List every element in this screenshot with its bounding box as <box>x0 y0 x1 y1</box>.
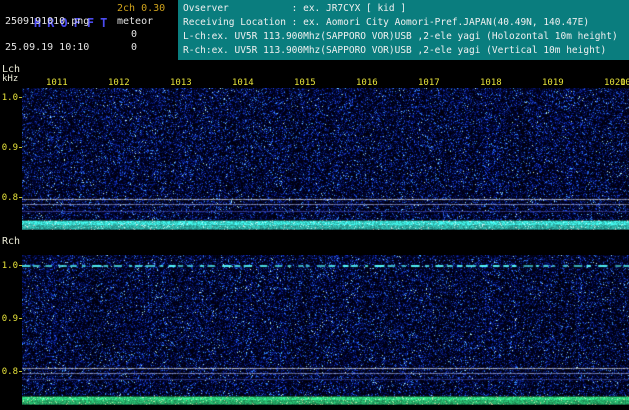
time-label: 1019 <box>542 78 564 88</box>
station-info-panel: Ovserver : ex. JR7CYX [ kid ] Receiving … <box>178 0 629 60</box>
time-label: 1016 <box>356 78 378 88</box>
freq-label: 0.8 <box>1 193 18 203</box>
time-label: 1017 <box>418 78 440 88</box>
output-filename: 2509191010.png <box>5 16 90 27</box>
lch-spectrogram <box>22 88 629 230</box>
location-line: Receiving Location : ex. Aomori City Aom… <box>183 17 590 28</box>
rch-receiver-line: R-ch:ex. UV5R 113.900Mhz(SAPPORO VOR)USB… <box>183 45 607 56</box>
freq-label: 1.0 <box>1 93 18 103</box>
time-label: 1011 <box>46 78 68 88</box>
freq-label: 0.9 <box>1 314 18 324</box>
time-label: 1015 <box>294 78 316 88</box>
freq-label: 0.9 <box>1 143 18 153</box>
time-label: 1014 <box>232 78 254 88</box>
logo-letter: T <box>100 16 108 30</box>
time-label: 1018 <box>480 78 502 88</box>
meteor-count-1: 0 <box>130 29 137 40</box>
meteor-count-2: 0 <box>130 42 137 53</box>
meteor-counter-label: meteor <box>117 16 154 27</box>
khz-unit-label: kHz <box>2 74 19 84</box>
timestamp: 25.09.19 10:10 <box>5 42 90 53</box>
time-label: 1012 <box>108 78 130 88</box>
time-label: 1013 <box>170 78 192 88</box>
time-label: 10 <box>620 78 629 88</box>
hrofft-screen: HROFFT 2ch 0.30 2509191010.png meteor 0 … <box>0 0 629 410</box>
app-version: 2ch 0.30 <box>117 3 166 14</box>
freq-label: 0.8 <box>1 367 18 377</box>
rch-spectrogram <box>22 255 629 405</box>
observer-line: Ovserver : ex. JR7CYX [ kid ] <box>183 3 407 14</box>
rch-label: Rch <box>2 236 21 247</box>
lch-receiver-line: L-ch:ex. UV5R 113.900Mhz(SAPPORO VOR)USB… <box>183 31 618 42</box>
freq-label: 1.0 <box>1 261 18 271</box>
